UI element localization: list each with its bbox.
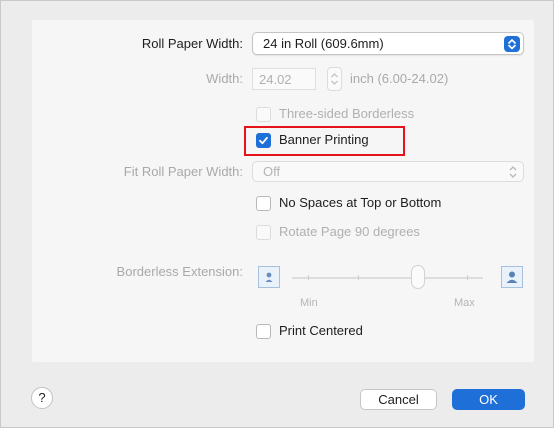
width-label: Width: <box>206 71 243 86</box>
three-sided-borderless-label: Three-sided Borderless <box>279 106 415 121</box>
borderless-extension-label: Borderless Extension: <box>116 264 243 279</box>
person-small-icon <box>258 266 280 288</box>
extension-slider-knob[interactable] <box>411 265 425 289</box>
checkbox-box <box>256 324 271 339</box>
slider-max-label: Max <box>454 297 475 309</box>
popup-arrows-icon <box>509 166 517 178</box>
popup-arrows-icon <box>504 36 520 52</box>
print-centered-label: Print Centered <box>279 323 363 338</box>
fit-roll-paper-width-popup[interactable]: Off <box>252 161 524 182</box>
cancel-button[interactable]: Cancel <box>360 389 437 410</box>
roll-paper-width-popup[interactable]: 24 in Roll (609.6mm) <box>252 32 524 55</box>
slider-tick <box>358 275 359 280</box>
width-value: 24.02 <box>259 72 292 87</box>
checkmark-icon <box>256 133 271 148</box>
checkbox-box <box>256 225 271 240</box>
page-setup-dialog: Roll Paper Width: 24 in Roll (609.6mm) W… <box>0 0 554 428</box>
roll-paper-width-label: Roll Paper Width: <box>141 36 243 51</box>
stepper-icon <box>331 73 338 85</box>
slider-tick <box>467 275 468 280</box>
fit-roll-paper-width-value: Off <box>263 164 281 179</box>
banner-printing-label: Banner Printing <box>279 132 369 147</box>
width-field[interactable]: 24.02 <box>252 68 316 90</box>
extension-slider-track[interactable] <box>292 277 483 279</box>
fit-roll-paper-width-label: Fit Roll Paper Width: <box>123 164 243 179</box>
checkbox-box <box>256 107 271 122</box>
slider-min-label: Min <box>300 297 318 309</box>
help-button[interactable]: ? <box>31 387 53 409</box>
width-stepper[interactable] <box>327 67 342 91</box>
width-unit-range: inch (6.00-24.02) <box>350 71 449 86</box>
slider-tick <box>308 275 309 280</box>
checkbox-box <box>256 196 271 211</box>
rotate-page-label: Rotate Page 90 degrees <box>279 224 420 239</box>
person-large-icon <box>501 266 523 288</box>
roll-paper-width-value: 24 in Roll (609.6mm) <box>263 36 384 51</box>
ok-button[interactable]: OK <box>452 389 525 410</box>
no-spaces-label: No Spaces at Top or Bottom <box>279 195 442 210</box>
